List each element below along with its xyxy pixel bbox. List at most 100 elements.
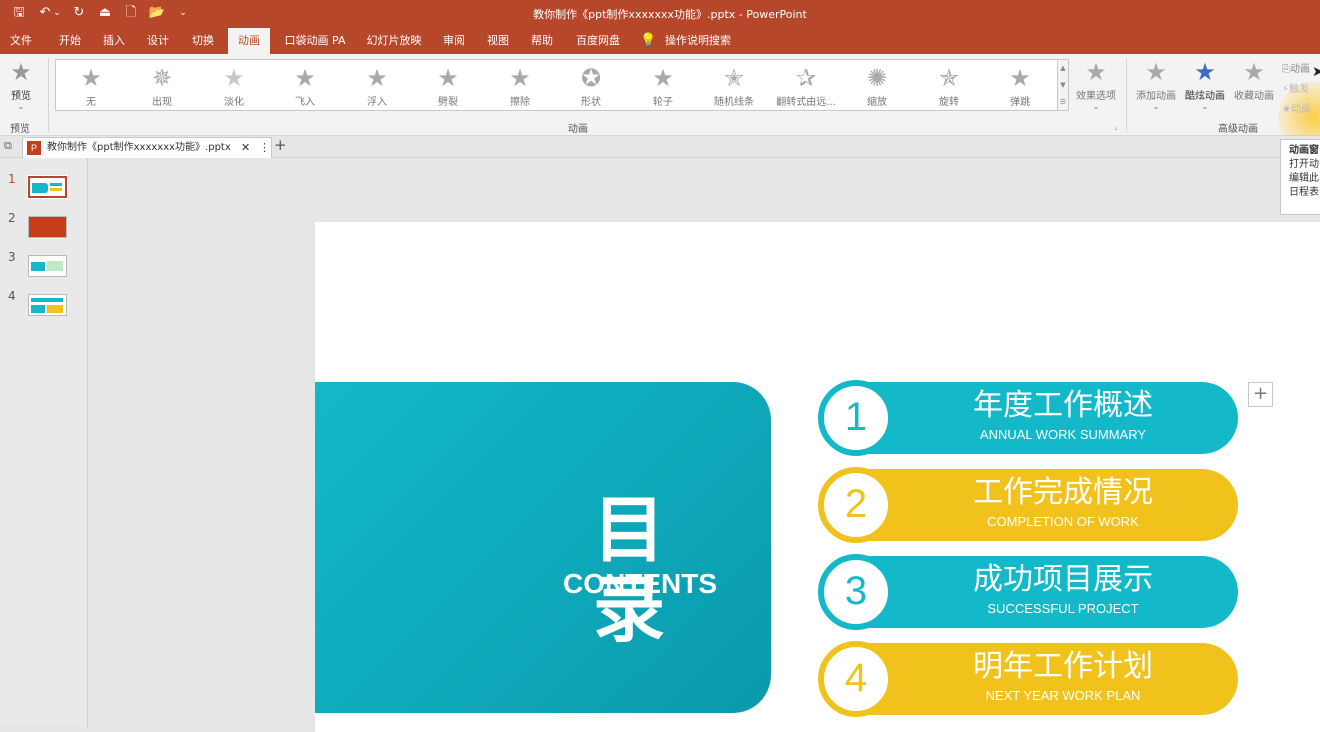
tab-animations[interactable]: 动画 bbox=[228, 28, 270, 55]
star-icon: ★ bbox=[366, 64, 388, 92]
chevron-down-icon: ⌄ bbox=[1201, 102, 1209, 111]
anim-appear[interactable]: ✵ 出现 bbox=[127, 66, 197, 108]
tab-insert[interactable]: 插入 bbox=[96, 28, 132, 54]
animation-gallery: ★ 无 ✵ 出现 ★ 淡化 ★ 飞入 ★ 浮入 ★ 劈裂 ★ 擦除 ✪ 形状 ★ 轮子 ✭ 随机线条… bbox=[55, 59, 1058, 111]
animation-pane-button[interactable]: ⎘动画 bbox=[1282, 60, 1310, 75]
trigger-label: 触发 bbox=[1289, 84, 1310, 95]
favorite-animation-button[interactable]: ★ 收藏动画 bbox=[1230, 60, 1278, 102]
anim-label: 轮子 bbox=[653, 97, 673, 108]
thumbnail-number: 4 bbox=[8, 289, 16, 303]
anim-none[interactable]: ★ 无 bbox=[56, 66, 126, 108]
document-tab[interactable]: P 教你制作《ppt制作xxxxxxx功能》.pptx ✕ ⋮ bbox=[22, 137, 272, 158]
slide-title-en: CONTENTS bbox=[563, 568, 717, 599]
blue-star-icon: ★ bbox=[1194, 58, 1216, 86]
anim-label: 擦除 bbox=[510, 97, 530, 108]
toc-item-4: 4 明年工作计划 NEXT YEAR WORK PLAN bbox=[818, 641, 1238, 717]
group-divider bbox=[48, 58, 49, 132]
chevron-down-icon: ⌄ bbox=[1152, 102, 1160, 111]
tab-home[interactable]: 开始 bbox=[52, 28, 88, 54]
anim-spin[interactable]: ✯ 旋转 bbox=[914, 66, 984, 108]
trigger-button[interactable]: ⚡触发 bbox=[1282, 80, 1309, 95]
anim-label: 无 bbox=[86, 97, 96, 108]
anim-split[interactable]: ★ 劈裂 bbox=[413, 66, 483, 108]
new-tab-icon[interactable]: + bbox=[274, 136, 287, 154]
anim-label: 浮入 bbox=[367, 97, 387, 108]
anim-label: 随机线条 bbox=[714, 97, 754, 108]
star-play-icon: ★ bbox=[10, 58, 32, 86]
cool-animation-button[interactable]: ★ 酷炫动画 ⌄ bbox=[1182, 60, 1228, 111]
tab-menu-icon[interactable]: ⋮ bbox=[259, 138, 270, 157]
menu-bar: 文件 开始 插入 设计 切换 动画 口袋动画 PA 幻灯片放映 审阅 视图 帮助… bbox=[0, 28, 1320, 55]
tab-design[interactable]: 设计 bbox=[140, 28, 176, 54]
chevron-down-icon: ⌄ bbox=[17, 102, 25, 111]
contents-panel: 目 录 CONTENTS bbox=[315, 382, 771, 713]
anim-fade[interactable]: ★ 淡化 bbox=[199, 66, 269, 108]
close-icon[interactable]: ✕ bbox=[241, 138, 250, 157]
slide-thumbnail-1[interactable] bbox=[27, 175, 68, 199]
dialog-launcher-icon[interactable]: ⌟ bbox=[1114, 122, 1118, 131]
slide-thumbnail-4[interactable] bbox=[28, 294, 67, 316]
thumbnail-number: 2 bbox=[8, 211, 16, 225]
anim-shape[interactable]: ✪ 形状 bbox=[556, 66, 626, 108]
anim-label: 弹跳 bbox=[1010, 97, 1030, 108]
slide-thumbnail-pane: 1 2 3 4 bbox=[0, 158, 88, 727]
anim-label: 旋转 bbox=[939, 97, 959, 108]
anim-label: 淡化 bbox=[224, 97, 244, 108]
add-element-button[interactable]: + bbox=[1248, 382, 1273, 407]
star-icon: ✯ bbox=[938, 64, 960, 92]
lightning-icon: ⚡ bbox=[1282, 84, 1290, 95]
animation-pane-icon: ⎘ bbox=[1282, 64, 1290, 75]
star-icon: ✭ bbox=[723, 64, 745, 92]
tooltip-title: 动画窗 bbox=[1289, 145, 1319, 156]
anim-random-bars[interactable]: ✭ 随机线条 bbox=[699, 66, 769, 108]
anim-label: 翻转式由远... bbox=[776, 97, 836, 108]
tooltip-line: 日程表 bbox=[1289, 187, 1319, 198]
slide-thumbnail-2[interactable] bbox=[28, 216, 67, 238]
tab-help[interactable]: 帮助 bbox=[524, 28, 560, 54]
star-icon: ★ bbox=[1009, 64, 1031, 92]
item-number: 2 bbox=[818, 467, 894, 543]
tab-baidu-netdisk[interactable]: 百度网盘 bbox=[570, 28, 626, 54]
favorite-animation-label: 收藏动画 bbox=[1234, 91, 1274, 102]
tab-slideshow[interactable]: 幻灯片放映 bbox=[362, 28, 426, 54]
star-icon: ★ bbox=[294, 64, 316, 92]
animation-painter-button[interactable]: ★动画 bbox=[1282, 100, 1311, 115]
group-advanced-label: 高级动画 bbox=[1218, 124, 1258, 135]
anim-fly-in[interactable]: ★ 飞入 bbox=[270, 66, 340, 108]
anim-zoom[interactable]: ✺ 缩放 bbox=[842, 66, 912, 108]
tab-transitions[interactable]: 切换 bbox=[185, 28, 221, 54]
anim-bounce[interactable]: ★ 弹跳 bbox=[985, 66, 1055, 108]
anim-label: 形状 bbox=[581, 97, 601, 108]
tab-file[interactable]: 文件 bbox=[4, 28, 38, 54]
anim-wipe[interactable]: ★ 擦除 bbox=[485, 66, 555, 108]
tell-me-search[interactable]: 操作说明搜索 bbox=[662, 28, 734, 54]
item-number: 1 bbox=[818, 380, 894, 456]
effect-options-button[interactable]: ★ 效果选项 ⌄ bbox=[1072, 60, 1120, 111]
animation-pane-tooltip: 动画窗 打开动 编辑此 日程表 bbox=[1280, 139, 1320, 215]
tab-view[interactable]: 视图 bbox=[480, 28, 516, 54]
item-title-en: NEXT YEAR WORK PLAN bbox=[985, 688, 1141, 703]
slide-canvas[interactable]: 目 录 CONTENTS 1 年度工作概述 ANNUAL WORK SUMMAR… bbox=[315, 222, 1320, 732]
tab-review[interactable]: 审阅 bbox=[436, 28, 472, 54]
animation-painter-label: 动画 bbox=[1290, 104, 1311, 115]
document-tab-bar: ⧉ P 教你制作《ppt制作xxxxxxx功能》.pptx ✕ ⋮ + bbox=[0, 136, 1320, 158]
anim-float-in[interactable]: ★ 浮入 bbox=[342, 66, 412, 108]
preview-label: 预览 bbox=[11, 91, 31, 102]
star-icon: ★ bbox=[437, 64, 459, 92]
anim-flip[interactable]: ✰ 翻转式由远... bbox=[771, 66, 841, 108]
preview-button[interactable]: ★ 预览 ⌄ bbox=[4, 60, 38, 111]
thumbnail-number: 3 bbox=[8, 250, 16, 264]
anim-label: 飞入 bbox=[295, 97, 315, 108]
tab-switcher-icon[interactable]: ⧉ bbox=[4, 139, 12, 153]
add-animation-button[interactable]: ★ 添加动画 ⌄ bbox=[1132, 60, 1180, 111]
slide-thumbnail-3[interactable] bbox=[28, 255, 67, 277]
ribbon: ★ 预览 ⌄ 预览 ★ 无 ✵ 出现 ★ 淡化 ★ 飞入 ★ 浮入 ★ 劈裂 ★ 擦除 ✪ 形状… bbox=[0, 54, 1320, 152]
star-icon: ★ bbox=[509, 64, 531, 92]
anim-wheel[interactable]: ★ 轮子 bbox=[628, 66, 698, 108]
star-icon: ★ bbox=[652, 64, 674, 92]
tab-pocket-animation[interactable]: 口袋动画 PA bbox=[280, 28, 350, 54]
toc-item-2: 2 工作完成情况 COMPLETION OF WORK bbox=[818, 467, 1238, 543]
item-title-en: SUCCESSFUL PROJECT bbox=[987, 601, 1139, 616]
group-divider bbox=[1126, 58, 1127, 132]
gallery-scroll[interactable]: ▲ ▼ ☰ bbox=[1058, 59, 1069, 111]
